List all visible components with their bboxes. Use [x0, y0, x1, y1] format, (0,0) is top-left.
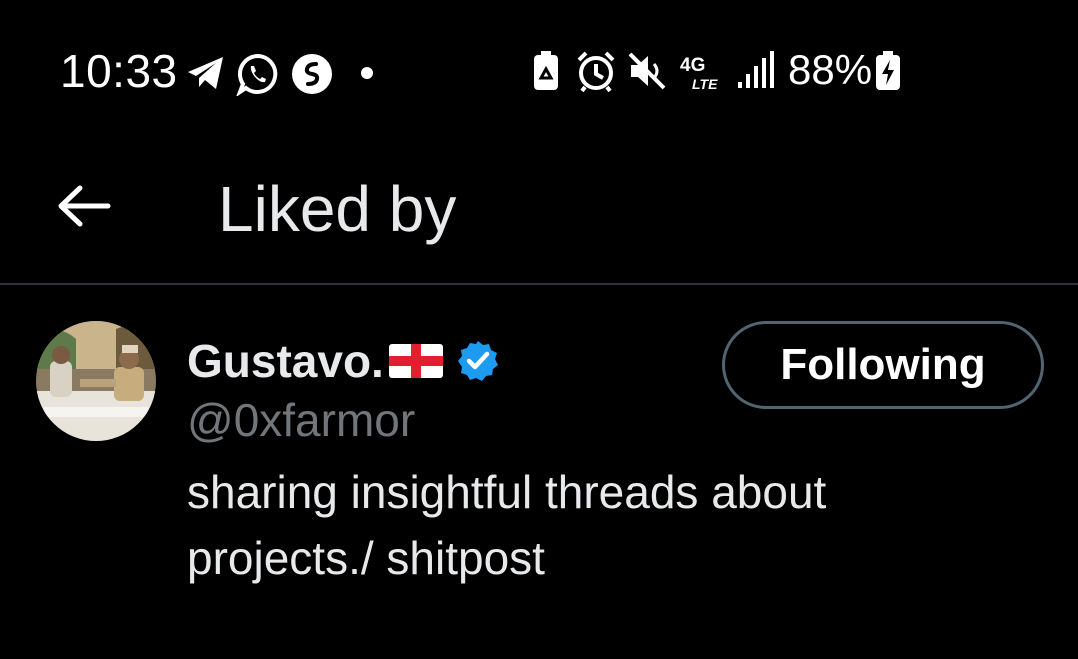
battery-saver-icon — [534, 51, 558, 90]
user-list-item[interactable]: Gustavo. @0xfarmor sharing insightful th… — [0, 285, 1078, 605]
arrow-left-icon — [58, 185, 111, 227]
user-bio: sharing insightful threads about project… — [187, 466, 827, 584]
shazam-icon — [292, 54, 332, 94]
england-flag-icon — [388, 344, 443, 378]
verified-badge-icon — [457, 341, 498, 381]
alarm-icon — [577, 51, 615, 92]
header: Liked by — [0, 140, 1078, 285]
following-button[interactable]: Following — [722, 321, 1044, 409]
page-title: Liked by — [218, 173, 457, 245]
battery-percent: 88% — [788, 46, 873, 93]
status-time: 10:33 — [60, 45, 178, 97]
user-handle: @0xfarmor — [187, 394, 416, 446]
svg-text:LTE: LTE — [692, 76, 718, 92]
battery-charging-icon — [876, 51, 900, 90]
status-bar: 10:33 4G LTE 88% — [0, 0, 1078, 140]
notification-dot-icon — [361, 67, 373, 79]
svg-text:4G: 4G — [680, 55, 705, 76]
telegram-icon — [188, 57, 223, 89]
user-name-line[interactable]: Gustavo. — [187, 333, 500, 389]
avatar-photo — [36, 321, 156, 441]
mute-icon — [628, 52, 666, 90]
avatar[interactable] — [36, 321, 156, 441]
display-name: Gustavo. — [187, 335, 384, 387]
back-button[interactable] — [50, 176, 120, 236]
network-4g-lte-icon: 4G LTE — [680, 55, 718, 92]
signal-icon — [738, 51, 774, 88]
whatsapp-icon — [236, 53, 278, 96]
